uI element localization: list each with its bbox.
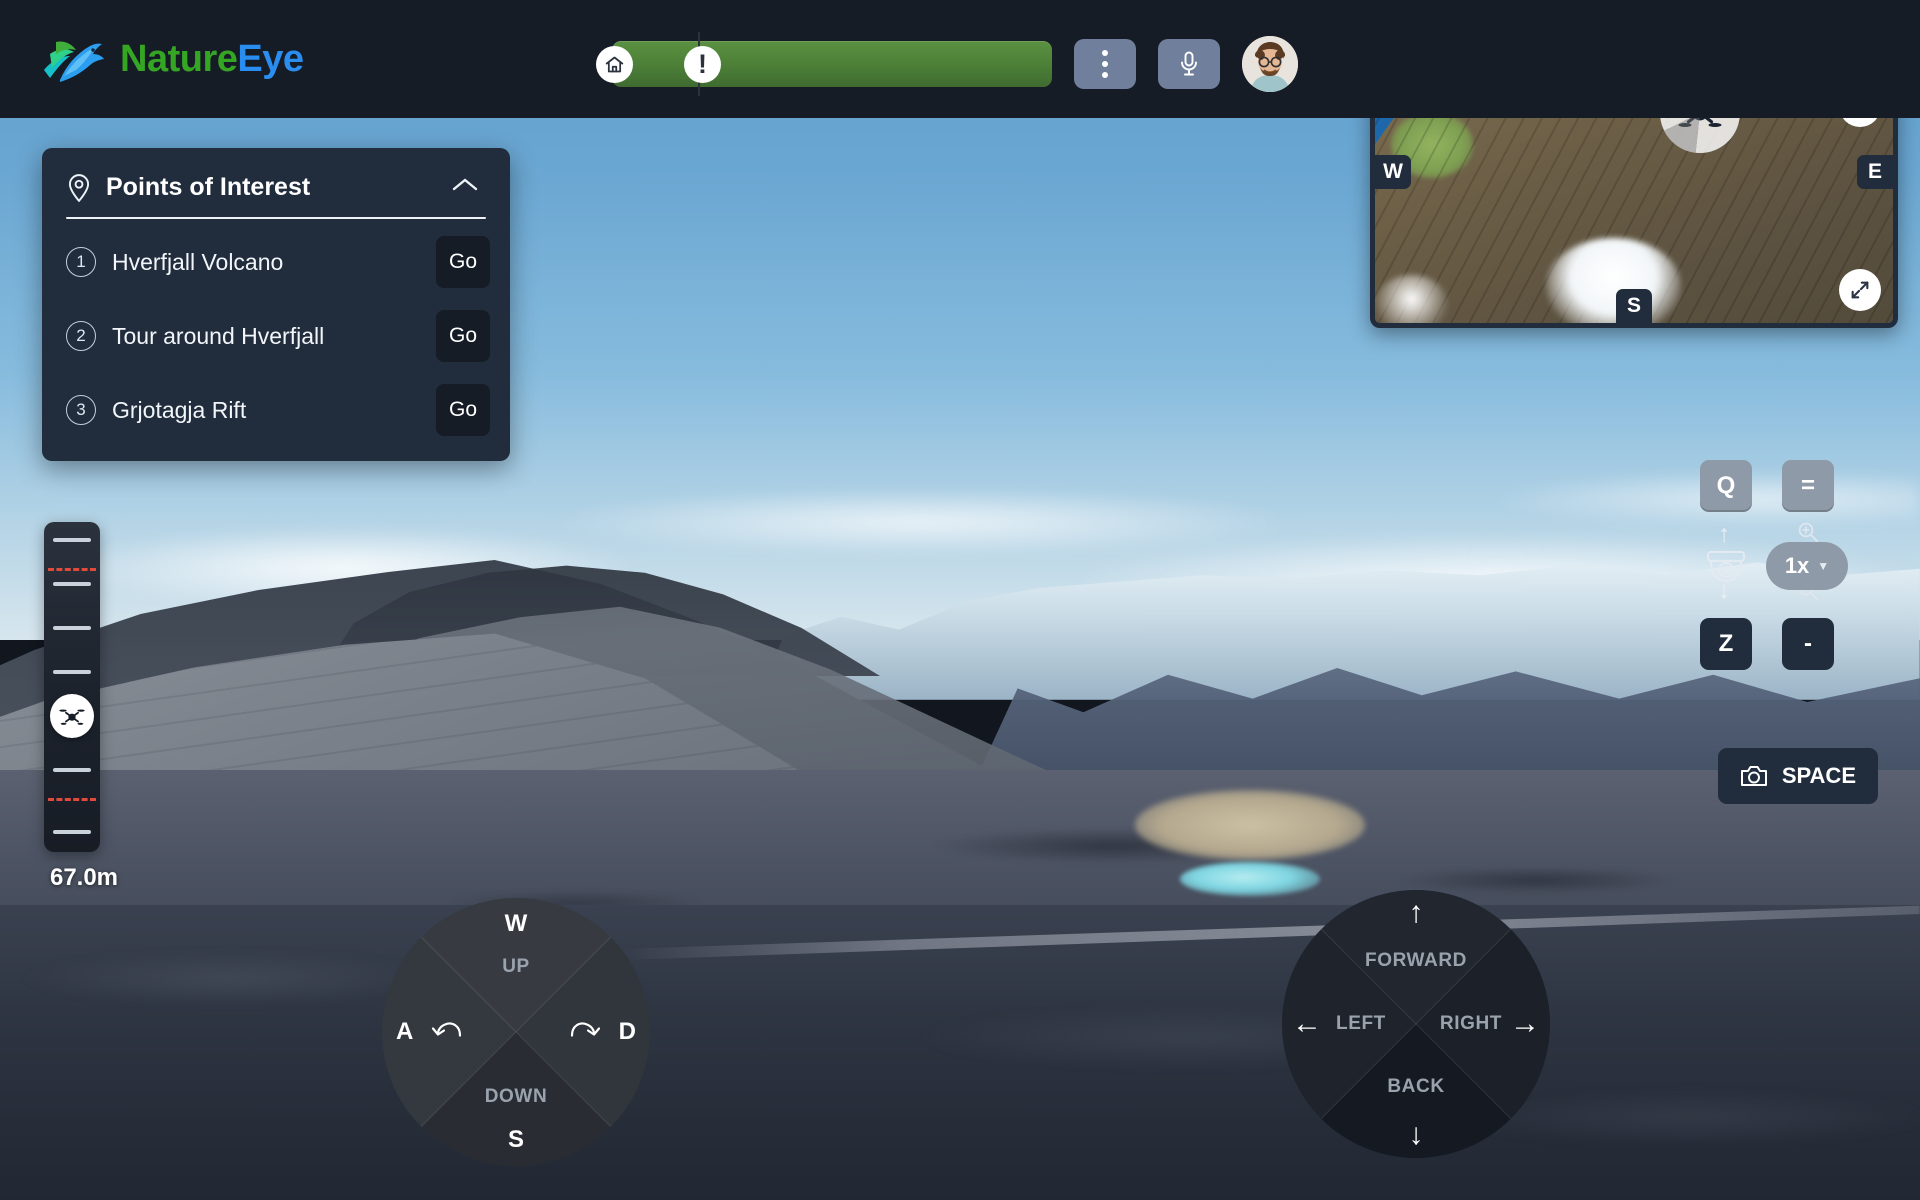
brand-logo[interactable]: NatureEye [40, 30, 304, 88]
avatar-image [1242, 36, 1298, 92]
arrow-up-icon[interactable]: ↑ [1409, 898, 1424, 928]
microphone-icon [1181, 51, 1197, 76]
key-minus-zoom-out[interactable]: - [1782, 618, 1834, 670]
brand-name: NatureEye [120, 38, 304, 81]
poi-item-label: Grjotagja Rift [112, 396, 247, 423]
altitude-value: 67.0m [49, 864, 119, 891]
header-controls: ! [596, 32, 1298, 96]
chevron-up-icon[interactable] [444, 172, 486, 203]
drone-app-window: NatureEye ! Points of Interest 1 Hverfja… [0, 0, 1920, 1200]
altitude-tick [53, 768, 91, 772]
wheel-key-s[interactable]: S [508, 1126, 524, 1154]
camera-zoom-level-value: 1x [1784, 553, 1810, 578]
altitude-knob[interactable] [50, 694, 94, 738]
drone-icon [59, 709, 85, 725]
flight-progress[interactable]: ! [596, 32, 1052, 96]
poi-title: Points of Interest [106, 173, 311, 201]
key-z-tilt-down[interactable]: Z [1700, 618, 1752, 670]
arrow-up-icon: ↑ [1718, 520, 1731, 548]
security-camera-icon[interactable] [1702, 548, 1750, 597]
flight-progress-bar[interactable] [612, 41, 1052, 87]
arrow-down-icon[interactable]: ↓ [1409, 1120, 1424, 1150]
brand-name-part1: Nature [120, 37, 238, 80]
camera-icon [1740, 766, 1767, 786]
wheel-key-d[interactable]: D [619, 1018, 636, 1046]
altitude-tick [53, 670, 91, 674]
overflow-menu-button[interactable] [1074, 39, 1136, 89]
wheel-label-back: BACK [1387, 1076, 1445, 1097]
altitude-tick [53, 538, 91, 542]
wheel-label-right: RIGHT [1439, 1013, 1502, 1034]
microphone-button[interactable] [1158, 39, 1220, 89]
foreground-texture [0, 905, 1920, 1200]
app-header: NatureEye ! [0, 0, 1920, 118]
arrow-left-icon[interactable]: ← [1292, 1009, 1322, 1039]
poi-index-badge: 3 [66, 395, 96, 425]
rotate-clockwise-icon [568, 1017, 602, 1048]
wheel-label-up: UP [502, 956, 530, 977]
altitude-tick [53, 830, 91, 834]
wheel-key-a[interactable]: A [396, 1018, 413, 1046]
key-q-tilt-up[interactable]: Q [1700, 460, 1752, 512]
chevron-down-icon: ▼ [1817, 559, 1830, 573]
poi-divider [66, 217, 486, 219]
sand-patch [1135, 790, 1365, 860]
poi-index-badge: 2 [66, 321, 96, 351]
poi-go-button[interactable]: Go [436, 384, 490, 436]
poi-item-3[interactable]: 3 Grjotagja Rift Go [42, 373, 510, 447]
wheel-label-left: LEFT [1336, 1013, 1386, 1034]
home-icon[interactable] [596, 46, 633, 83]
altitude-min-limit [48, 798, 96, 801]
wheel-label-down: DOWN [484, 1086, 548, 1107]
camera-zoom-level-dropdown[interactable]: 1x ▼ [1766, 542, 1848, 590]
camera-control-cluster: Q = Z - ↑ ↓ 1x ▼ [1700, 460, 1880, 710]
rotate-counterclockwise-icon [430, 1017, 464, 1048]
poi-item-label: Tour around Hverfjall [112, 322, 325, 349]
compass-east-label: E [1857, 155, 1893, 189]
altitude-tick [53, 582, 91, 586]
map-pin-icon [68, 173, 90, 202]
poi-go-button[interactable]: Go [436, 236, 490, 288]
altitude-slider[interactable]: 67.0m [44, 522, 124, 892]
poi-item-1[interactable]: 1 Hverfjall Volcano Go [42, 225, 510, 299]
minimap-expand-button[interactable] [1839, 269, 1881, 311]
minimap-snow-south [1545, 238, 1681, 323]
minimap-snow-southwest [1375, 274, 1448, 323]
poi-go-button[interactable]: Go [436, 310, 490, 362]
poi-header: Points of Interest [42, 154, 510, 217]
capture-button-label: SPACE [1781, 763, 1856, 788]
compass-west-label: W [1375, 155, 1411, 189]
warning-icon[interactable]: ! [684, 46, 721, 83]
poi-index-badge: 1 [66, 247, 96, 277]
altitude-track[interactable] [44, 522, 100, 852]
translation-control-wheel[interactable]: ↑ FORWARD BACK ↓ ← LEFT → RIGHT [1282, 890, 1550, 1158]
wheel-label-forward: FORWARD [1364, 950, 1468, 971]
expand-arrows-icon [1851, 281, 1869, 299]
altitude-max-limit [48, 568, 96, 571]
brand-name-part2: Eye [237, 37, 304, 80]
altitude-tick [53, 626, 91, 630]
three-dots-vertical-icon [1102, 50, 1108, 78]
poi-item-2[interactable]: 2 Tour around Hverfjall Go [42, 299, 510, 373]
compass-south-label: S [1616, 289, 1652, 323]
wheel-key-w[interactable]: W [505, 910, 528, 938]
points-of-interest-panel: Points of Interest 1 Hverfjall Volcano G… [42, 148, 510, 461]
poi-item-label: Hverfjall Volcano [112, 248, 284, 275]
altitude-yaw-control-wheel[interactable]: W UP DOWN S A D [382, 898, 650, 1166]
user-avatar[interactable] [1242, 36, 1298, 92]
arrow-right-icon[interactable]: → [1510, 1009, 1540, 1039]
capture-photo-button[interactable]: SPACE [1717, 748, 1878, 804]
key-equals-zoom-in[interactable]: = [1782, 460, 1834, 512]
hummingbird-logo-icon [44, 41, 104, 82]
